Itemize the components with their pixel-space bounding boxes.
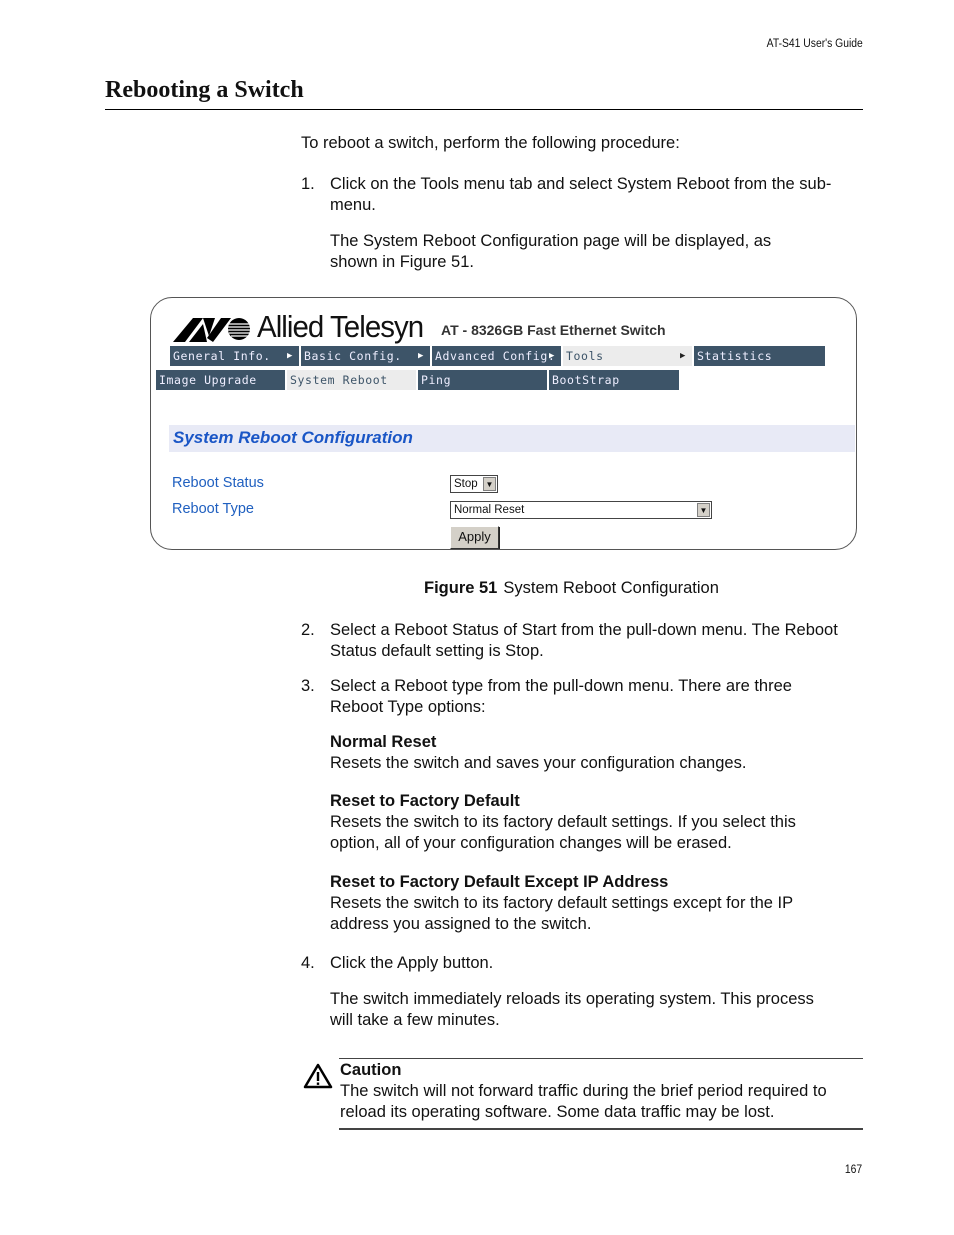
caution-text: reload its operating software. Some data… [340,1103,775,1121]
menu-label: Ping [421,373,452,387]
step-line: menu. [330,196,376,214]
menu-label: System Reboot [290,373,388,387]
menu-general-info[interactable]: General Info. ▶ [170,346,299,366]
submenu-bootstrap[interactable]: BootStrap [549,370,679,390]
figure-screenshot: Allied Telesyn AT - 8326GB Fast Ethernet… [150,297,857,550]
warning-triangle-icon [303,1063,333,1089]
step-line: Status default setting is Stop. [330,642,544,660]
caption-label: Figure 51 [424,579,498,597]
running-head: AT-S41 User's Guide [766,38,863,50]
menu-label: Statistics [697,349,773,363]
step-line: Reboot Type options: [330,698,486,716]
apply-button[interactable]: Apply [450,526,499,549]
option-text: option, all of your configuration change… [330,834,732,852]
step-note: The switch immediately reloads its opera… [330,989,865,1031]
figure-caption: Figure 51 System Reboot Configuration [424,579,719,598]
caution-top-rule [339,1058,863,1059]
submenu-ping[interactable]: Ping [418,370,547,390]
option-text: address you assigned to the switch. [330,915,592,933]
select-value: Normal Reset [454,504,525,516]
caution-bottom-rule [339,1128,863,1130]
menu-advanced-config[interactable]: Advanced Config. ▶ [432,346,561,366]
menu-basic-config[interactable]: Basic Config. ▶ [301,346,430,366]
config-title: System Reboot Configuration [173,428,413,447]
reboot-type-label: Reboot Type [172,501,254,517]
menu-label: BootStrap [552,373,620,387]
menu-tools[interactable]: Tools ▶ [563,346,692,366]
menu-statistics[interactable]: Statistics [694,346,825,366]
option-title: Normal Reset [330,733,437,751]
section-title: Rebooting a Switch [105,77,304,103]
option-title: Reset to Factory Default Except IP Addre… [330,873,669,891]
step-line: The System Reboot Configuration page wil… [330,232,772,250]
product-name: AT - 8326GB Fast Ethernet Switch [441,322,666,338]
menu-label: Basic Config. [304,349,402,363]
step-line: Click on the Tools menu tab and select S… [330,175,832,193]
brand-logo: Allied Telesyn [173,308,432,342]
menu-label: Tools [566,349,604,363]
config-title-band: System Reboot Configuration [169,425,855,452]
option-normal-reset: Normal Reset Resets the switch and saves… [330,732,865,774]
allied-telesyn-logo-icon [173,318,250,342]
page-number: 167 [844,1164,862,1176]
arrow-right-icon: ▶ [417,351,424,361]
caution-title: Caution [340,1061,402,1079]
option-title: Reset to Factory Default [330,792,520,810]
caption-text: System Reboot Configuration [503,579,719,597]
step-text: Select a Reboot Status of Start from the… [330,620,865,662]
option-text: Resets the switch to its factory default… [330,813,796,831]
reboot-status-select[interactable]: Stop ▼ [450,475,498,493]
step-number: 3. [301,677,315,695]
arrow-right-icon: ▶ [286,351,293,361]
submenu-system-reboot[interactable]: System Reboot [287,370,416,390]
title-rule [105,109,863,110]
reboot-status-label: Reboot Status [172,475,264,491]
step-number: 2. [301,621,315,639]
step-text: Select a Reboot type from the pull-down … [330,676,865,718]
reboot-type-select[interactable]: Normal Reset ▼ [450,501,712,519]
option-text: Resets the switch to its factory default… [330,894,794,912]
step-line: Select a Reboot type from the pull-down … [330,677,792,695]
step-note: The System Reboot Configuration page wil… [330,231,865,273]
step-text: Click the Apply button. [330,954,494,972]
menu-label: General Info. [173,349,271,363]
dropdown-arrow-icon[interactable]: ▼ [483,477,496,491]
brand-name: Allied Telesyn [257,309,424,344]
option-factory-default-except-ip: Reset to Factory Default Except IP Addre… [330,872,865,935]
step-number: 1. [301,175,315,193]
step-text: Click on the Tools menu tab and select S… [330,174,865,216]
intro-text: To reboot a switch, perform the followin… [301,134,680,152]
option-text: Resets the switch and saves your configu… [330,754,747,772]
select-value: Stop [454,478,478,490]
step-line: will take a few minutes. [330,1011,500,1029]
arrow-right-icon: ▶ [679,351,686,361]
step-number: 4. [301,954,315,972]
caution-text: The switch will not forward traffic duri… [340,1082,827,1100]
step-line: Select a Reboot Status of Start from the… [330,621,838,639]
step-line: The switch immediately reloads its opera… [330,990,814,1008]
dropdown-arrow-icon[interactable]: ▼ [697,503,710,517]
step-line: shown in Figure 51. [330,253,474,271]
menu-label: Advanced Config. [435,349,556,363]
option-factory-default: Reset to Factory Default Resets the swit… [330,791,865,854]
menu-label: Image Upgrade [159,373,257,387]
submenu-image-upgrade[interactable]: Image Upgrade [156,370,285,390]
caution-box: Caution The switch will not forward traf… [340,1060,870,1123]
arrow-right-icon: ▶ [548,351,555,361]
